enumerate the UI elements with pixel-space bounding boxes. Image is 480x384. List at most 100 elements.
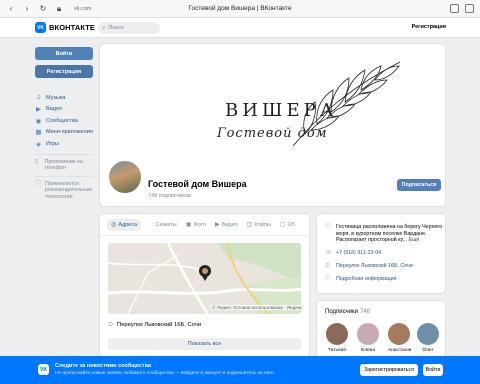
details-text: Подробная информация	[336, 276, 397, 282]
vk-logo-text: ВКОНТАКТЕ	[49, 23, 96, 32]
video-icon: ▶	[36, 106, 41, 114]
tab-label: Видео	[221, 221, 238, 228]
tab-video[interactable]: ▶ Видео	[215, 219, 238, 231]
sidebar-item-label: Музыка	[46, 94, 66, 101]
sidebar-item-games[interactable]: ◈ Игры	[35, 138, 93, 150]
clips-icon: ◫	[246, 222, 253, 228]
forward-icon[interactable]: ›	[22, 4, 32, 14]
address-text: Переулок Львовский 16Б, Сочи	[117, 321, 202, 328]
register-link[interactable]: Регистрация	[412, 24, 446, 30]
address-line: ⊙ Переулок Львовский 16Б, Сочи	[108, 321, 202, 329]
vk-logo-mark: VK	[38, 364, 49, 375]
show-all-button[interactable]: Показать все	[108, 338, 301, 350]
login-prompt-banner: VK Следите за новостями сообщества Не пр…	[0, 356, 480, 384]
banner-text: Не пропускайте новые записи любимого соо…	[55, 371, 274, 376]
banner-register-button[interactable]: Зарегистрироваться	[360, 364, 418, 376]
subscribers-count: 748	[360, 309, 371, 315]
subscribe-button[interactable]: Подписаться	[397, 179, 441, 191]
banner-title: Следите за новостями сообщества	[55, 363, 151, 369]
login-button[interactable]: Войти	[35, 47, 93, 60]
address-bar[interactable]: vk.com	[74, 4, 108, 14]
sidebar-item-video[interactable]: ▶ Видео	[35, 104, 93, 116]
map-graphic	[108, 243, 301, 314]
sidebar-item-communities[interactable]: ◉ Сообщества	[35, 115, 93, 127]
avatar	[417, 323, 439, 345]
subscribers-card: Подписчики 748 Татьяна Елена Анастасия Ол…	[316, 300, 446, 360]
location-pin-icon: ⊙	[108, 322, 114, 328]
group-subscribers-count[interactable]: 748 подписчиков	[148, 193, 191, 199]
tabs-icon[interactable]	[465, 4, 474, 13]
left-sidebar: Войти Регистрация ♫ Музыка ▶ Видео ◉ Соо…	[35, 47, 93, 200]
info-icon: ⓘ	[325, 224, 332, 230]
tab-label: Об	[287, 221, 295, 228]
stories-icon: ◌	[150, 221, 154, 228]
tab-photo[interactable]: ▣ Фото	[186, 219, 206, 231]
reload-icon[interactable]: ↻	[38, 4, 48, 14]
apps-icon: ▦	[35, 129, 42, 137]
phone-row[interactable]: ☏ +7 (918) 911-33-04	[325, 250, 381, 257]
app-phone-link[interactable]: ▯ Приложение на телефон	[35, 159, 93, 172]
subscriber-item[interactable]: Анастасия	[388, 323, 411, 353]
register-button[interactable]: Регистрация	[35, 65, 93, 78]
back-icon[interactable]: ‹	[6, 4, 16, 14]
description-row: ⓘ Гостиница расположена на берегу Черног…	[325, 224, 443, 244]
tab-label: Сюжеты	[155, 221, 177, 228]
info-address-row[interactable]: ⊙ Переулок Львовский 16Б, Сочи	[325, 263, 413, 270]
location-icon: ◎	[111, 222, 117, 228]
location-pin-icon: ⊙	[325, 263, 331, 269]
description-body: Гостиница расположена на берегу Черного …	[336, 224, 443, 243]
communities-icon: ◉	[35, 117, 42, 125]
phone-icon: ☏	[325, 250, 333, 256]
avatar	[388, 323, 410, 345]
recommend-tech-link[interactable]: ⓘ Применяются рекомендательные технологи…	[35, 181, 93, 201]
browser-toolbar: ‹ › ↻ 🔒︎ vk.com Гостевой дом Вишера | ВК…	[0, 0, 480, 18]
about-icon: ▢	[279, 222, 286, 228]
banner-login-button[interactable]: Войти	[423, 364, 443, 376]
description-text: Гостиница расположена на берегу Черного …	[336, 224, 443, 244]
share-icon[interactable]	[450, 4, 459, 13]
more-link[interactable]: Ещё	[408, 237, 419, 243]
app-phone-label: Приложение на телефон	[44, 158, 83, 172]
tab-stories[interactable]: ◌ Сюжеты	[150, 219, 177, 231]
tab-clips[interactable]: ◫ Клипы	[247, 219, 271, 231]
subscriber-name: Олег	[422, 348, 434, 353]
tab-about[interactable]: ▢ Об	[280, 219, 295, 231]
subscriber-name: Елена	[361, 348, 375, 353]
brand-title: ВИШЕРА	[225, 100, 338, 121]
subscriber-name: Татьяна	[328, 348, 346, 353]
map-attribution[interactable]: © Яндекс Условия использования · Яндекс	[210, 305, 305, 310]
info-icon: ⓘ	[35, 180, 42, 187]
sidebar-item-music[interactable]: ♫ Музыка	[35, 92, 93, 104]
tab-addresses[interactable]: ◎ Адреса	[107, 218, 142, 231]
search-icon: ⌕	[102, 24, 106, 31]
sidebar-item-apps[interactable]: ▦ Мини-приложения	[35, 127, 93, 139]
subscriber-item[interactable]: Елена	[357, 323, 379, 353]
subscribers-title[interactable]: Подписчики 748	[325, 309, 370, 315]
vk-logo[interactable]: VK ВКОНТАКТЕ	[35, 22, 95, 33]
tab-label: Фото	[193, 221, 207, 228]
tab-label: Адреса	[118, 221, 138, 228]
location-map[interactable]	[108, 243, 301, 314]
browser-actions	[450, 4, 474, 13]
music-icon: ♫	[36, 94, 41, 102]
search-input[interactable]: ⌕ Поиск	[98, 22, 160, 34]
sidebar-divider	[35, 175, 93, 177]
page-tab-title: Гостевой дом Вишера | ВКонтакте	[188, 5, 292, 12]
group-avatar[interactable]	[107, 159, 143, 195]
games-icon: ◈	[36, 140, 41, 148]
sidebar-item-label: Видео	[46, 106, 63, 113]
details-row[interactable]: ⓘ Подробная информация	[325, 276, 396, 283]
info-card: ⓘ Гостиница расположена на берегу Черног…	[316, 213, 446, 294]
site-header: VK ВКОНТАКТЕ ⌕ Поиск Регистрация	[0, 18, 480, 38]
brand-subtitle: Гостевой дом	[217, 126, 328, 141]
sidebar-divider	[35, 153, 93, 155]
video-icon: ▶	[215, 222, 220, 228]
content-tabs: ◎ Адреса ◌ Сюжеты ▣ Фото ▶ Видео ◫ Клипы…	[100, 214, 311, 236]
recommend-tech-label: Применяются рекомендательные технологии	[45, 180, 93, 200]
info-address-text: Переулок Львовский 16Б, Сочи	[336, 263, 413, 269]
subscriber-item[interactable]: Татьяна	[326, 323, 348, 353]
photo-icon: ▣	[185, 222, 192, 228]
search-placeholder: Поиск	[108, 25, 124, 31]
sidebar-item-label: Сообщества	[46, 117, 78, 124]
subscriber-item[interactable]: Олег	[417, 323, 439, 353]
